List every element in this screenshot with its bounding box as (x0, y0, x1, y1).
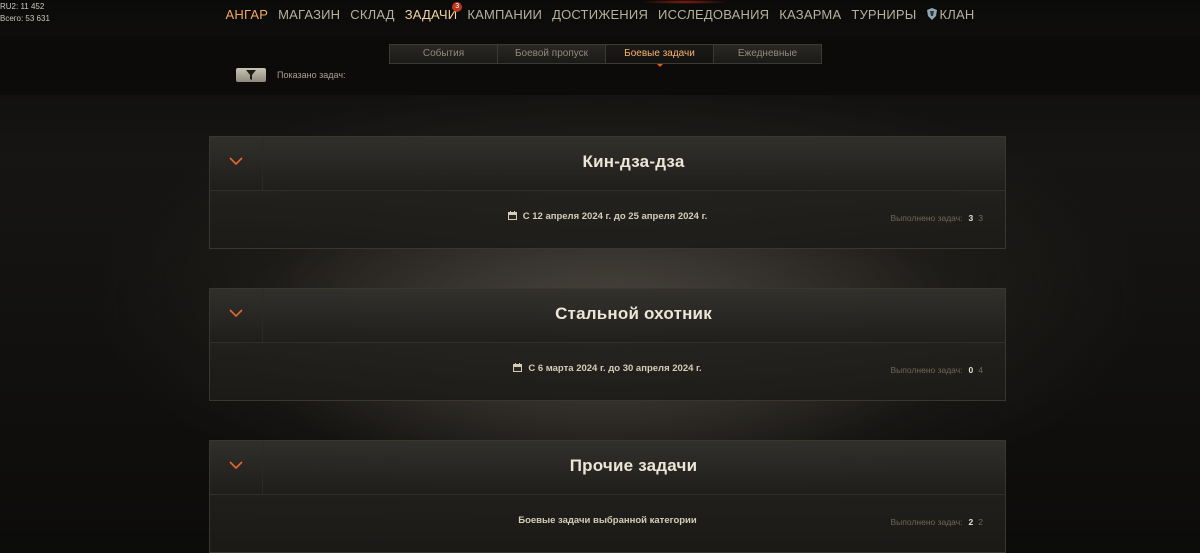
completion-counter: Выполнено задач: 3 3 (891, 213, 983, 223)
completed-count: 3 (968, 213, 974, 223)
mission-sub-tabs: События Боевой пропуск Боевые задачи Еже… (389, 44, 822, 67)
completed-count: 0 (968, 365, 974, 375)
completion-counter: Выполнено задач: 0 4 (891, 365, 983, 375)
filter-funnel-icon (246, 70, 256, 80)
nav-label: Исследования (658, 7, 770, 22)
tab-events[interactable]: События (390, 45, 498, 63)
mission-group-card: Прочие задачи Боевые задачи выбранной ка… (209, 440, 1006, 553)
dates-text: С 12 апреля 2024 г. до 25 апреля 2024 г. (522, 211, 708, 222)
top-glow (640, 0, 730, 4)
completed-label: Выполнено задач: (890, 213, 963, 223)
nav-barracks[interactable]: Казарма (774, 6, 846, 24)
dates-text: С 6 марта 2024 г. до 30 апреля 2024 г. (528, 363, 702, 374)
card-title: Кин-дза-дза (582, 152, 685, 171)
nav-hangar[interactable]: Ангар (221, 6, 274, 24)
missions-count-badge: 3 (452, 2, 463, 12)
nav-label: Турниры (851, 7, 917, 22)
card-dates: С 12 апреля 2024 г. до 25 апреля 2024 г. (210, 211, 1005, 223)
completion-counter: Выполнено задач: 2 2 (891, 517, 983, 527)
card-body: С 6 марта 2024 г. до 30 апреля 2024 г. В… (210, 343, 1005, 400)
shown-missions-label: Показано задач: (277, 70, 346, 80)
total-count: 3 (978, 213, 983, 223)
tab-daily[interactable]: Ежедневные (714, 45, 821, 63)
chevron-down-icon (229, 461, 243, 469)
mission-group-card: Кин-дза-дза С 12 апреля 2024 г. до 25 ап… (209, 136, 1006, 249)
calendar-icon (513, 363, 523, 375)
completed-label: Выполнено задач: (890, 365, 963, 375)
card-header[interactable]: Кин-дза-дза (210, 137, 1005, 191)
nav-label: Магазин (278, 7, 341, 22)
card-dates: С 6 марта 2024 г. до 30 апреля 2024 г. (210, 363, 1005, 375)
nav-label: Задачи (404, 7, 458, 22)
nav-label: Ангар (225, 7, 269, 22)
nav-depot[interactable]: Склад (345, 6, 399, 24)
total-count: 2 (978, 517, 983, 527)
chevron-down-icon (229, 309, 243, 317)
expand-toggle[interactable] (210, 289, 263, 342)
mission-group-card: Стальной охотник С 6 марта 2024 г. до 30… (209, 288, 1006, 401)
expand-toggle[interactable] (210, 137, 263, 190)
chevron-down-icon (229, 157, 243, 165)
card-header[interactable]: Прочие задачи (210, 441, 1005, 495)
card-body: С 12 апреля 2024 г. до 25 апреля 2024 г.… (210, 191, 1005, 248)
clan-shield-icon (926, 7, 937, 20)
nav-label: Склад (350, 7, 395, 22)
calendar-icon (507, 211, 517, 223)
nav-label: Достижения (552, 7, 649, 22)
nav-label: Казарма (779, 7, 842, 22)
subtitle-text: Боевые задачи выбранной категории (518, 515, 697, 526)
tab-combat-missions[interactable]: Боевые задачи (606, 45, 714, 67)
nav-missions[interactable]: Задачи 3 (400, 2, 463, 24)
expand-toggle[interactable] (210, 441, 263, 494)
nav-clan[interactable]: Клан (922, 6, 980, 24)
card-body: Боевые задачи выбранной категории Выполн… (210, 495, 1005, 552)
card-title: Прочие задачи (569, 456, 698, 475)
nav-label: Клан (939, 7, 975, 22)
nav-label: Кампании (467, 7, 543, 22)
nav-achievements[interactable]: Достижения (547, 6, 653, 24)
nav-research[interactable]: Исследования (653, 6, 774, 24)
filter-button[interactable] (236, 68, 266, 82)
total-count: 4 (978, 365, 983, 375)
completed-label: Выполнено задач: (890, 517, 963, 527)
nav-tournaments[interactable]: Турниры (846, 6, 921, 24)
card-title: Стальной охотник (555, 304, 712, 323)
tab-battle-pass[interactable]: Боевой пропуск (498, 45, 606, 63)
nav-shop[interactable]: Магазин (273, 6, 345, 24)
completed-count: 2 (968, 517, 974, 527)
main-nav: Ангар Магазин Склад Задачи 3 Кампании До… (0, 2, 1200, 24)
nav-campaigns[interactable]: Кампании (462, 6, 547, 24)
card-header[interactable]: Стальной охотник (210, 289, 1005, 343)
card-subtitle: Боевые задачи выбранной категории (210, 515, 1005, 526)
